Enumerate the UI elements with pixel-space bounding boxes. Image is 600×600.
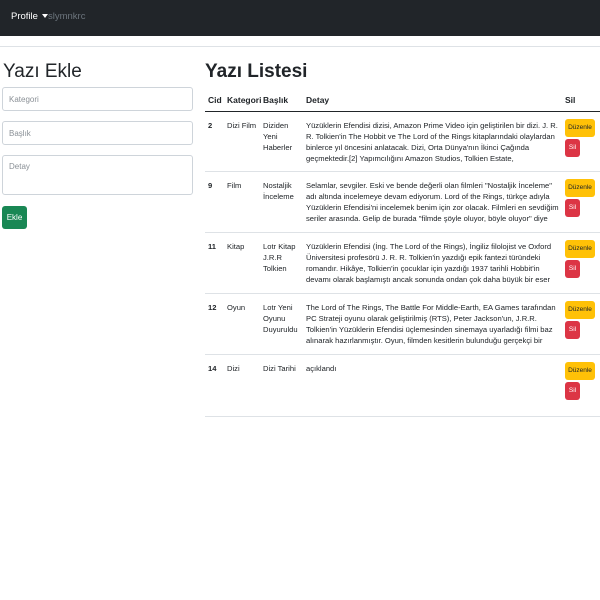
baslik-cell: Diziden Yeni Haberler [263,120,293,152]
edit-button[interactable]: Düzenle [565,178,595,197]
add-post-title: Yazı Ekle [3,61,82,82]
baslik-input[interactable] [2,121,193,145]
edit-button[interactable]: Düzenle [565,300,595,319]
delete-button[interactable]: Sil [565,198,580,217]
cid-cell: 14 [208,363,217,373]
top-navbar: Profile slymnkrc [0,0,600,36]
edit-button[interactable]: Düzenle [565,361,595,380]
delete-button[interactable]: Sil [565,320,580,339]
header-sil: Sil [562,90,600,112]
detay-cell: Selamlar, sevgiler. Eski ve bende değerl… [306,180,559,223]
edit-button[interactable]: Düzenle [565,239,595,258]
table-row: 14 Dizi Dizi Tarihi açıklandı Düzenle Si… [205,353,600,417]
kategori-cell: Dizi Film [227,120,257,130]
ekle-button[interactable]: Ekle [2,206,27,229]
table-row: 12 Oyun Lotr Yeni Oyunu Duyuruldu The Lo… [205,292,600,354]
cid-cell: 12 [208,302,217,312]
header-cid: Cid [205,90,224,112]
cid-cell: 2 [208,120,213,130]
kategori-cell: Film [227,180,242,190]
kategori-input[interactable] [2,87,193,111]
posts-table: Cid Kategori Başlık Detay Sil 2 Dizi Fil… [205,90,600,417]
delete-button[interactable]: Sil [565,381,580,400]
table-header-row: Cid Kategori Başlık Detay Sil [205,90,600,112]
header-divider [0,46,600,47]
delete-button[interactable]: Sil [565,138,580,157]
delete-button[interactable]: Sil [565,259,580,278]
kategori-cell: Kitap [227,241,245,251]
detay-cell: açıklandı [306,363,337,373]
table-row: 9 Film Nostaljik İnceleme Selamlar, sevg… [205,170,600,232]
cid-cell: 9 [208,180,213,190]
detay-textarea[interactable] [2,155,193,195]
header-kategori: Kategori [224,90,261,112]
profile-dropdown[interactable]: Profile [11,11,48,22]
kategori-cell: Dizi [227,363,240,373]
detay-cell: Yüzüklerin Efendisi (İng. The Lord of th… [306,241,552,284]
edit-button[interactable]: Düzenle [565,118,595,137]
header-baslik: Başlık [260,90,303,112]
baslik-cell: Lotr Kitap J.R.R Tolkien [263,241,296,273]
header-detay: Detay [303,90,562,112]
baslik-cell: Dizi Tarihi [263,363,296,373]
username-text: slymnkrc [48,11,86,22]
baslik-cell: Lotr Yeni Oyunu Duyuruldu [263,302,298,334]
cid-cell: 11 [208,241,217,251]
table-row: 11 Kitap Lotr Kitap J.R.R Tolkien Yüzükl… [205,231,600,293]
baslik-cell: Nostaljik İnceleme [263,180,294,201]
post-list-title: Yazı Listesi [205,61,308,82]
table-row: 2 Dizi Film Diziden Yeni Haberler Yüzükl… [205,110,600,171]
profile-label: Profile [11,11,38,22]
detay-cell: Yüzüklerin Efendisi dizisi, Amazon Prime… [306,120,558,163]
detay-cell: The Lord of The Rings, The Battle For Mi… [306,302,556,345]
kategori-cell: Oyun [227,302,246,312]
